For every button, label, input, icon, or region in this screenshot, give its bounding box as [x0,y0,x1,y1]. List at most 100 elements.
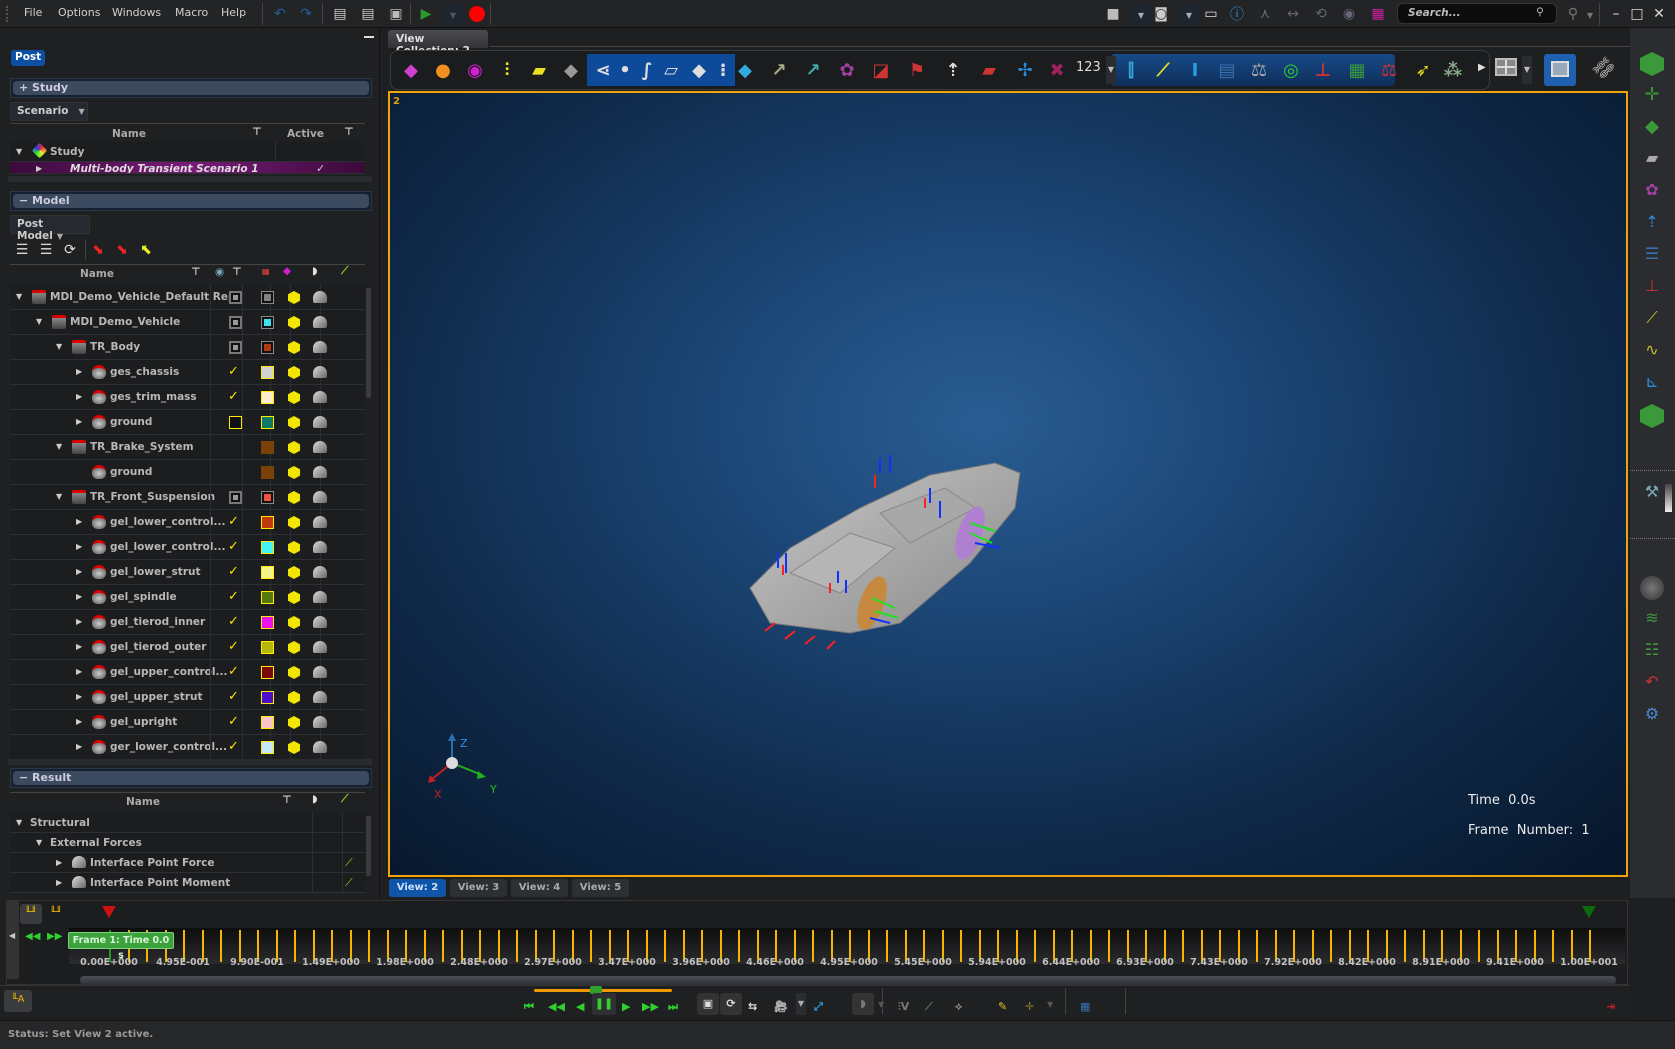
ground-plane-icon[interactable]: ◆ [1640,116,1664,140]
menu-macro[interactable]: Macro [175,6,208,19]
filter-icon[interactable]: ⊤ [282,794,292,806]
motion-icon[interactable]: ➶ [1410,58,1436,84]
info-query-icon[interactable]: ⓘ [1227,4,1247,24]
mesh-display-icon[interactable] [313,566,327,578]
speed-slider[interactable] [534,989,672,992]
study-col-name[interactable]: Name [112,128,146,140]
probe-icon[interactable]: ⟡ [955,1000,962,1014]
show-sphere-icon[interactable]: ◉ [462,58,488,84]
cluster-icon[interactable]: ✿ [834,58,860,84]
run-icon[interactable]: ▶ [416,4,436,24]
result-tree-row[interactable]: ▶ ⟋ Interface Point Force [10,853,365,873]
expand-arrow-icon[interactable]: ▶ [56,878,62,887]
run-options-dropdown[interactable]: ▼ [443,5,463,25]
expand-tree-icon[interactable]: ⬊ [112,240,132,260]
mesh-display-icon[interactable] [313,366,327,378]
loop-icon[interactable]: ⟳ [720,993,742,1015]
camera-icon[interactable]: 🎥︎ [774,1000,788,1013]
toolbar-overflow-arrow[interactable]: ▶ [1478,62,1486,73]
auto-scale-icon[interactable]: ╙A [4,990,32,1012]
mesh-nodes-icon[interactable]: ✿ [1640,180,1664,204]
select-surface-icon[interactable]: ▱ [658,58,684,84]
video-options-dropdown[interactable]: ▼ [1131,5,1151,25]
expand-arrow-icon[interactable]: ▶ [76,392,82,401]
mesh-display-icon[interactable] [313,391,327,403]
bend-icon[interactable]: ↶ [1640,672,1664,696]
menu-options[interactable]: Options [58,6,100,19]
model-col-name[interactable]: Name [80,268,114,280]
model-tree-row[interactable]: ▶ gel_spindle ✓ [10,585,365,610]
step-forward-icon[interactable]: ▶▶ [47,931,62,942]
rotate-icon[interactable]: ✢ [1012,58,1038,84]
camera-options-dropdown[interactable]: ▼ [796,993,806,1015]
color-swatch[interactable] [261,566,274,579]
expand-arrow-icon[interactable]: ▶ [76,592,82,601]
model-tree-row[interactable]: ▼ MDI_Demo_Vehicle [10,310,365,335]
open-model-icon[interactable]: ▤ [330,4,350,24]
visibility-check-icon[interactable]: ✓ [228,564,239,579]
mesh-display-icon[interactable] [313,541,327,553]
record-icon[interactable] [467,4,487,24]
last-frame-icon[interactable]: ⏭ [668,1000,678,1014]
color-swatch[interactable] [261,416,274,429]
color-swatch[interactable] [261,341,274,354]
expand-arrow-icon[interactable]: ▶ [56,858,62,867]
assembly-icon[interactable] [1640,404,1664,428]
minimize-icon[interactable]: – [1606,4,1626,24]
annotate-pencil-icon[interactable]: ✎ [998,1000,1007,1013]
visibility-check-icon[interactable]: ✓ [228,664,239,679]
result-col-name[interactable]: Name [126,796,160,808]
joint-icon[interactable]: ⫿ [1118,58,1144,84]
beam-icon[interactable]: I [1182,58,1208,84]
select-solid-icon[interactable]: ◆ [686,58,712,84]
expand-icon[interactable]: ▶ [36,164,42,173]
expand-arrow-icon[interactable]: ▶ [76,417,82,426]
model-tree-row[interactable]: ▶ gel_upright ✓ [10,710,365,735]
visibility-check-icon[interactable]: ✓ [228,614,239,629]
pause-button[interactable]: ❚❚ [592,993,616,1015]
visibility-partial-toggle[interactable] [229,416,242,429]
layers-icon[interactable]: ☷ [1640,640,1664,664]
snapshot-options-dropdown[interactable]: ▼ [1179,5,1199,25]
mesh-icon[interactable]: ◗ [312,265,318,277]
connector-icon[interactable]: ⟋ [1640,308,1664,332]
vehicle-model[interactable] [730,453,1050,673]
grid-snap-icon[interactable]: ✛ [1640,84,1664,108]
link-icon[interactable]: ⛓ [1588,53,1619,84]
explode-icon[interactable]: ✖ [1044,58,1070,84]
mesh-display-icon[interactable] [313,316,327,328]
expand-arrow-icon[interactable]: ▶ [76,542,82,551]
color-swatch[interactable] [261,716,274,729]
expand-arrow-icon[interactable]: ▶ [76,717,82,726]
time-mode-icon[interactable]: ╙╜ [45,904,67,924]
tools-icon[interactable]: ⚒ [1640,482,1664,506]
tree-row-study[interactable]: ▼ Study [10,142,365,162]
expand-arrow-icon[interactable]: ▶ [76,517,82,526]
mirror-icon[interactable]: ▰ [976,58,1002,84]
visibility-eye-icon[interactable]: ◉ [215,266,224,278]
expand-arrow-icon[interactable]: ▶ [76,642,82,651]
node-to-node-icon[interactable]: ↗ [800,58,826,84]
angle-icon[interactable]: ⟲ [1311,4,1331,24]
color-swatch[interactable] [261,291,274,304]
timeline-collapse-handle[interactable]: ◀ [7,901,19,979]
color-swatch[interactable] [261,641,274,654]
menu-help[interactable]: Help [221,6,246,19]
search-options-dropdown[interactable]: ▼ [1580,5,1600,25]
toggle-visibility-icon[interactable]: ⟳ [60,240,80,260]
show-selected-icon[interactable]: ☰ [12,240,32,260]
crosshair-options-dropdown[interactable]: ▼ [1047,1000,1053,1009]
select-curve-icon[interactable]: ∫ [634,58,660,84]
point-to-point-icon[interactable]: ↗ [766,58,792,84]
color-swatch[interactable] [261,541,274,554]
save-icon[interactable]: ▣ [386,4,406,24]
color-swatch[interactable] [261,391,274,404]
mesh-display-icon[interactable] [313,516,327,528]
exit-icon[interactable]: ⇥ [1606,1000,1615,1013]
model-tree-row[interactable]: ▶ gel_upper_strut ✓ [10,685,365,710]
tab-view-3[interactable]: View: 3 [450,879,507,897]
mass-icon[interactable]: ⚖ [1246,58,1272,84]
fast-forward-icon[interactable]: ▶▶ [642,1000,659,1013]
part-cube-icon[interactable] [1640,52,1664,76]
hide-selected-icon[interactable]: ☰ [36,240,56,260]
